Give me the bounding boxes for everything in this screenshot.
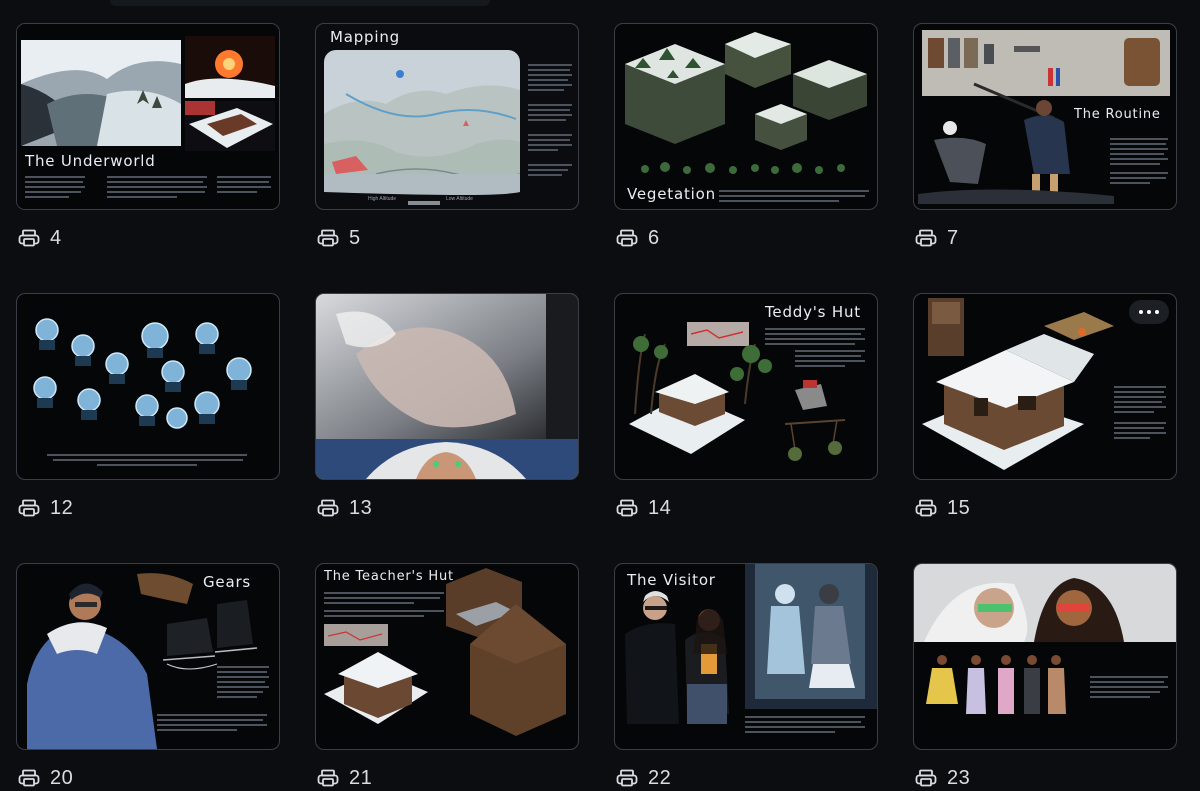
thumbnail-art: [316, 294, 578, 479]
page-number: 15: [947, 496, 971, 519]
more-dot: [1155, 310, 1159, 314]
page-thumbnail[interactable]: The Underworld: [16, 23, 280, 210]
print-icon: [616, 229, 638, 247]
gallery-card[interactable]: Teddy's Hut 14: [614, 293, 878, 519]
top-bar: [110, 0, 490, 6]
gallery-card[interactable]: Gears 20: [16, 563, 280, 789]
print-icon: [616, 499, 638, 517]
page-caption: 20: [18, 765, 73, 791]
thumbnail-art: [324, 568, 566, 736]
page-thumbnail[interactable]: Mapping High Altitude Low Altitude: [315, 23, 579, 210]
page-caption: 22: [616, 765, 671, 791]
gallery-card[interactable]: 13: [315, 293, 579, 519]
gallery-card[interactable]: The Visitor 22: [614, 563, 878, 789]
top-strip: [0, 0, 1200, 8]
page-thumbnail[interactable]: [913, 293, 1177, 480]
page-caption: 7: [915, 225, 959, 251]
thumbnail-title: Teddy's Hut: [765, 303, 861, 321]
print-icon: [18, 229, 40, 247]
page-caption: 6: [616, 225, 660, 251]
thumbnail-title: Gears: [203, 573, 252, 591]
gallery-card[interactable]: The Teacher's Hut 21: [315, 563, 579, 789]
page-caption: 21: [317, 765, 372, 791]
gallery-card[interactable]: 12: [16, 293, 280, 519]
page-number: 5: [349, 226, 361, 249]
page-caption: 12: [18, 495, 73, 521]
page-thumbnail[interactable]: The Visitor: [614, 563, 878, 750]
print-icon: [18, 499, 40, 517]
page-thumbnail[interactable]: Vegetation: [614, 23, 878, 210]
page-number: 6: [648, 226, 660, 249]
page-thumbnail[interactable]: [315, 293, 579, 480]
print-icon: [915, 499, 937, 517]
page-thumbnail[interactable]: The Routine: [913, 23, 1177, 210]
page-number: 4: [50, 226, 62, 249]
thumbnail-art: [17, 24, 279, 209]
thumbnail-title: The Teacher's Hut: [324, 569, 454, 584]
gallery-card[interactable]: The Routine 7: [913, 23, 1177, 249]
more-horizontal-icon: [1139, 310, 1143, 314]
thumbnail-title: Vegetation: [627, 185, 716, 203]
thumbnail-art: [625, 564, 877, 733]
gallery-card[interactable]: 15: [913, 293, 1177, 519]
gallery-card[interactable]: The Underworld 4: [16, 23, 280, 249]
page-caption: 15: [915, 495, 970, 521]
page-number: 21: [349, 766, 373, 789]
thumbnail-art: [27, 573, 269, 749]
page-caption: 23: [915, 765, 970, 791]
thumbnail-art: [324, 50, 572, 205]
thumbnail-title: The Underworld: [25, 152, 156, 170]
page-caption: 13: [317, 495, 372, 521]
print-icon: [915, 769, 937, 787]
gallery-card[interactable]: Vegetation 6: [614, 23, 878, 249]
more-options-button[interactable]: [1129, 300, 1169, 324]
page-number: 12: [50, 496, 74, 519]
page-caption: 5: [317, 225, 361, 251]
page-number: 20: [50, 766, 74, 789]
more-dot: [1147, 310, 1151, 314]
page-number: 14: [648, 496, 672, 519]
print-icon: [317, 499, 339, 517]
print-icon: [915, 229, 937, 247]
print-icon: [616, 769, 638, 787]
page-number: 22: [648, 766, 672, 789]
page-caption: 4: [18, 225, 62, 251]
thumbnail-art: [914, 564, 1176, 714]
map-legend-high: High Altitude: [368, 196, 397, 202]
page-caption: 14: [616, 495, 671, 521]
map-legend-low: Low Altitude: [446, 196, 473, 202]
page-number: 13: [349, 496, 373, 519]
page-thumbnail[interactable]: The Teacher's Hut: [315, 563, 579, 750]
print-icon: [317, 229, 339, 247]
thumbnail-title: The Visitor: [627, 571, 716, 589]
page-thumbnail[interactable]: Teddy's Hut: [614, 293, 878, 480]
page-number: 7: [947, 226, 959, 249]
page-thumbnail[interactable]: Gears: [16, 563, 280, 750]
page-thumbnail[interactable]: [16, 293, 280, 480]
page-grid: The Underworld 4 Mapping High Altitude L…: [16, 23, 1177, 789]
thumbnail-art: [625, 32, 869, 202]
page-thumbnail[interactable]: [913, 563, 1177, 750]
thumbnail-title: Mapping: [330, 28, 400, 46]
print-icon: [317, 769, 339, 787]
thumbnail-art: [629, 322, 865, 461]
thumbnail-title: The Routine: [1074, 107, 1161, 122]
gallery-card[interactable]: Mapping High Altitude Low Altitude 5: [315, 23, 579, 249]
gallery-card[interactable]: 23: [913, 563, 1177, 789]
print-icon: [18, 769, 40, 787]
thumbnail-art: [33, 318, 252, 466]
page-number: 23: [947, 766, 971, 789]
